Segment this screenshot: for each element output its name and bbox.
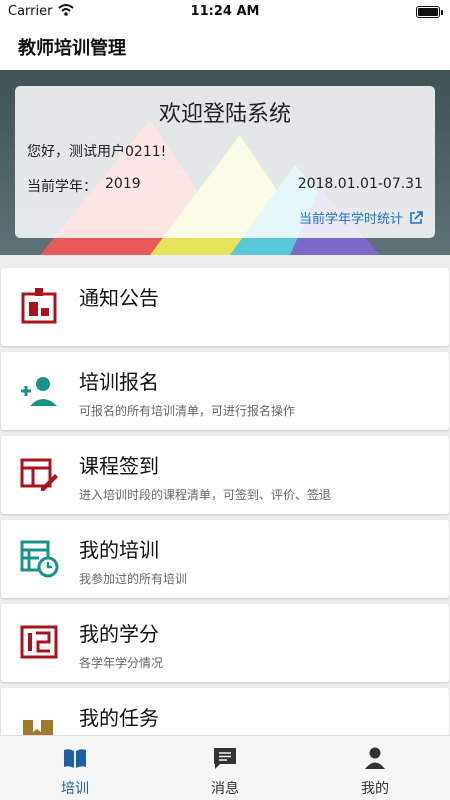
page-title: 教师培训管理 xyxy=(18,38,126,59)
hours-stats-link[interactable]: 当前学年学时统计 xyxy=(299,208,423,227)
credits-icon xyxy=(20,625,58,659)
hours-stats-label: 当前学年学时统计 xyxy=(298,212,403,227)
menu-title: 我的任务 xyxy=(79,706,159,730)
tab-label: 消息 xyxy=(211,781,239,797)
greeting-text: 您好，测试用户0211! xyxy=(27,144,167,160)
external-link-icon xyxy=(410,210,423,224)
book-icon xyxy=(64,749,86,768)
menu-item-my-credits[interactable]: 我的学分 各学年学分情况 xyxy=(1,604,449,682)
welcome-card: 欢迎登陆系统 您好，测试用户0211! 当前学年： 2019 2018.01.0… xyxy=(15,86,435,238)
school-year-label: 当前学年： xyxy=(27,179,97,195)
tab-bar: 培训 消息 我的 xyxy=(0,735,450,800)
notice-board-icon xyxy=(21,288,57,324)
school-year-value: 2019 xyxy=(105,176,141,192)
message-icon xyxy=(214,748,236,769)
person-icon xyxy=(365,747,385,769)
tab-messages[interactable]: 消息 xyxy=(150,736,300,800)
menu-title: 培训报名 xyxy=(79,370,159,394)
tab-training[interactable]: 培训 xyxy=(0,736,150,800)
menu-item-registration[interactable]: 培训报名 可报名的所有培训清单，可进行报名操作 xyxy=(1,352,449,430)
tab-mine[interactable]: 我的 xyxy=(300,736,450,800)
battery-icon xyxy=(416,6,443,18)
add-user-icon xyxy=(21,377,57,406)
menu-title: 课程签到 xyxy=(79,454,159,478)
menu-description: 可报名的所有培训清单，可进行报名操作 xyxy=(79,404,296,418)
course-signin-icon xyxy=(20,458,58,491)
status-bar: Carrier 11:24 AM xyxy=(0,0,450,24)
tab-label: 我的 xyxy=(361,781,389,797)
welcome-title: 欢迎登陆系统 xyxy=(158,102,291,127)
navigation-bar: 教师培训管理 xyxy=(0,24,450,70)
menu-item-my-training[interactable]: 我的培训 我参加过的所有培训 xyxy=(1,520,449,598)
clock: 11:24 AM xyxy=(190,4,260,19)
date-range: 2018.01.01-07.31 xyxy=(297,176,423,192)
menu-description: 进入培训时段的课程清单，可签到、评价、签退 xyxy=(79,488,332,502)
menu-description: 我参加过的所有培训 xyxy=(79,572,188,586)
menu-description: 各学年学分情况 xyxy=(79,656,164,670)
menu-item-course-signin[interactable]: 课程签到 进入培训时段的课程清单，可签到、评价、签退 xyxy=(1,436,449,514)
menu-title: 通知公告 xyxy=(79,286,159,310)
menu-item-notice[interactable]: 通知公告 xyxy=(1,268,449,346)
tab-label: 培训 xyxy=(61,781,89,797)
schedule-clock-icon xyxy=(20,540,59,578)
menu-title: 我的培训 xyxy=(79,538,159,562)
menu-title: 我的学分 xyxy=(79,622,159,646)
